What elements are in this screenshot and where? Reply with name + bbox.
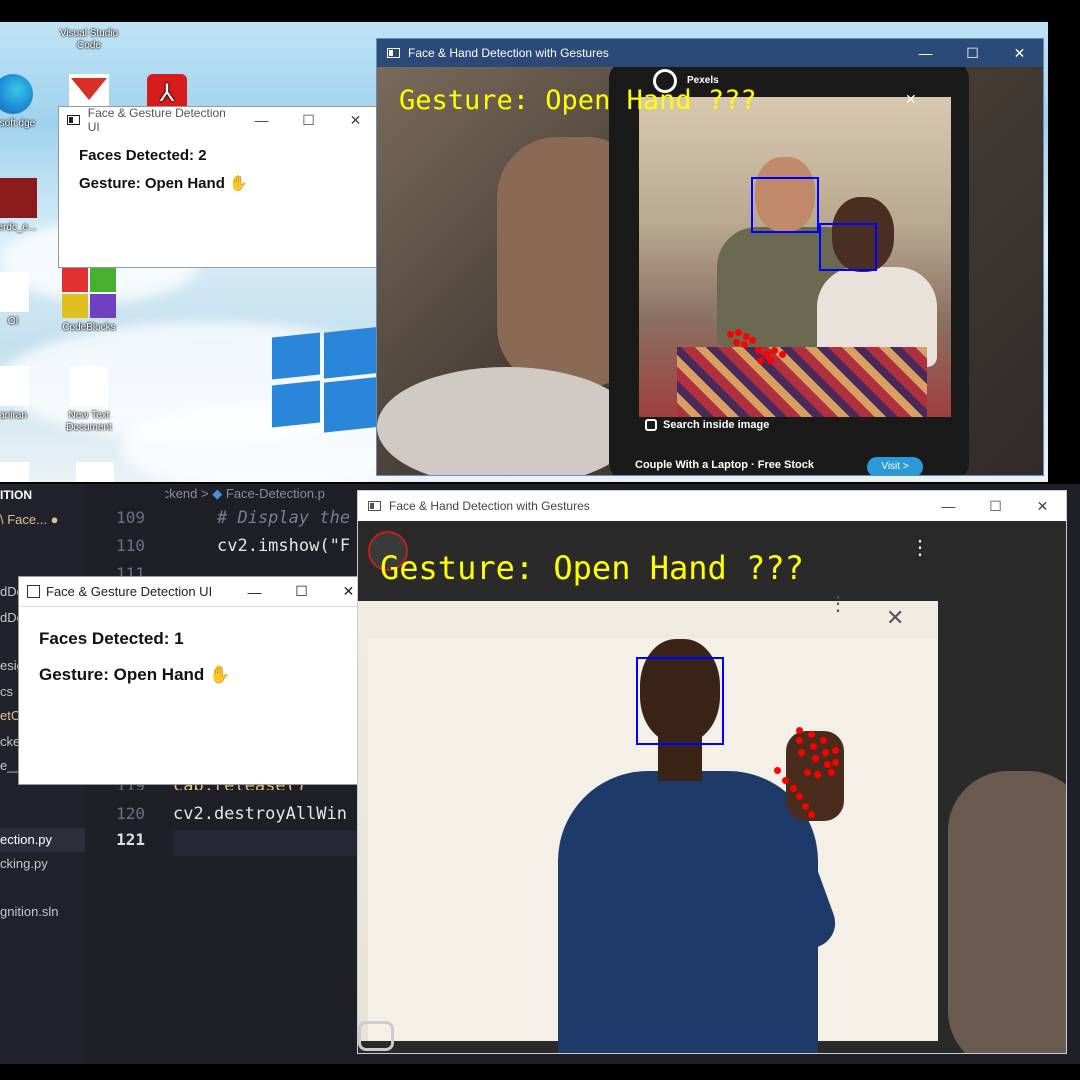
window-titlebar[interactable]: Face & Gesture Detection UI — ☐ ✕ — [19, 577, 372, 607]
gesture-ui-window[interactable]: Face & Gesture Detection UI — ☐ ✕ Faces … — [18, 576, 373, 785]
desktop-icon-vscode[interactable]: Visual Studio Code — [54, 24, 124, 52]
windows-logo — [272, 325, 392, 435]
minimize-icon[interactable]: — — [231, 577, 278, 606]
camera-icon — [358, 1021, 394, 1051]
search-inside-image: Search inside image — [645, 419, 769, 432]
lens-icon — [645, 419, 657, 432]
desktop-icon-text[interactable]: aniran — [0, 366, 48, 422]
gesture-label: Gesture: Open Hand ✋ — [39, 665, 231, 684]
minimize-icon[interactable]: — — [902, 39, 949, 67]
phone-close-icon: ✕ — [905, 91, 917, 107]
desktop-icon-label: erdc_e... — [0, 222, 37, 233]
close-icon[interactable]: ✕ — [332, 107, 379, 133]
image-caption: Couple With a Laptop · Free Stock — [635, 459, 814, 471]
desktop-icon-file[interactable]: erdc_e... — [0, 178, 52, 234]
desktop-icon-doc[interactable]: OI — [0, 272, 48, 328]
explorer-item[interactable]: \ Face... ● — [0, 512, 58, 527]
gesture-label: Gesture: Open Hand ✋ — [79, 175, 248, 192]
edge-icon — [0, 74, 33, 114]
desktop-icon-edge[interactable]: rosoft dge — [0, 74, 48, 130]
visit-button: Visit > — [867, 457, 923, 475]
desktop-icon-label: rosoft dge — [0, 118, 36, 129]
app-icon — [387, 48, 400, 58]
code-line: cv2.destroyAllWin — [173, 804, 347, 824]
close-icon[interactable]: ✕ — [996, 39, 1043, 67]
camera-window[interactable]: Face & Hand Detection with Gestures — ☐ … — [357, 490, 1067, 1054]
window-titlebar[interactable]: Face & Hand Detection with Gestures — ☐ … — [358, 491, 1066, 521]
face-box — [819, 223, 877, 271]
minimize-icon[interactable]: — — [925, 491, 972, 521]
desktop-screenshot: Visual Studio Code rosoft dge S ⅄ erdc_e… — [0, 22, 1048, 482]
codeblocks-icon — [62, 268, 116, 318]
window-title: Face & Hand Detection with Gestures — [389, 499, 590, 513]
explorer-header: ITION — [0, 488, 32, 502]
minimize-icon[interactable]: — — [238, 107, 285, 133]
phone-more-icon: ⋮ — [910, 537, 930, 559]
line-number-current: 121 — [116, 830, 145, 849]
window-title: Face & Gesture Detection UI — [87, 106, 226, 134]
desktop-icon-label: Visual Studio Code — [59, 28, 119, 51]
maximize-icon[interactable]: ☐ — [285, 107, 332, 133]
explorer-item[interactable]: gnition.sln — [0, 904, 59, 919]
gesture-ui-window[interactable]: Face & Gesture Detection UI — ☐ ✕ Faces … — [58, 106, 380, 268]
document-icon — [70, 366, 108, 406]
pillow — [377, 367, 637, 475]
background-person — [948, 771, 1066, 1053]
face-box — [636, 657, 724, 745]
window-titlebar[interactable]: Face & Hand Detection with Gestures — ☐ … — [377, 39, 1043, 67]
archive-icon — [0, 178, 37, 218]
maximize-icon[interactable]: ☐ — [949, 39, 996, 67]
editor-screenshot: ITION \ Face... ● dDe dDe esig cs etC ck… — [0, 484, 1080, 1064]
code-line: cv2.imshow("F — [217, 536, 351, 556]
line-number: 120 — [116, 804, 145, 823]
line-number: 109 — [116, 508, 145, 527]
explorer-item-selected[interactable]: ection.py — [0, 828, 85, 852]
blanket — [677, 347, 927, 417]
close-icon[interactable]: ✕ — [1019, 491, 1066, 521]
desktop-icon-label: New Text Document — [66, 410, 112, 433]
explorer-item[interactable]: cs — [0, 684, 13, 699]
camera-feed: Pexels ✕ Search inside image Couple With… — [377, 67, 1043, 475]
gesture-overlay-text: Gesture: Open Hand ??? — [380, 549, 804, 587]
gesture-overlay-text: Gesture: Open Hand ??? — [399, 85, 757, 116]
desktop-icon-label: aniran — [0, 410, 27, 421]
phone-close-icon: ✕ — [886, 605, 905, 630]
window-title: Face & Hand Detection with Gestures — [408, 46, 609, 60]
desktop-icon-doc[interactable] — [0, 462, 48, 482]
face-box — [751, 177, 819, 233]
window-titlebar[interactable]: Face & Gesture Detection UI — ☐ ✕ — [59, 106, 379, 134]
current-line-highlight — [173, 830, 373, 856]
desktop-icon-codeblocks[interactable]: CodeBlocks — [54, 268, 124, 334]
app-icon — [67, 115, 80, 125]
document-icon — [0, 462, 29, 482]
app-icon — [27, 585, 40, 598]
faces-detected-label: Faces Detected: 2 — [79, 147, 207, 164]
code-line: # Display the — [217, 508, 351, 528]
maximize-icon[interactable]: ☐ — [972, 491, 1019, 521]
app-icon — [368, 501, 381, 511]
explorer-item[interactable]: cking.py — [0, 856, 48, 871]
desktop-icon-label: CodeBlocks — [62, 322, 116, 333]
camera-window[interactable]: Face & Hand Detection with Gestures — ☐ … — [376, 38, 1044, 476]
phone-more-icon: ⋮ — [828, 593, 848, 615]
document-icon — [76, 462, 114, 482]
desktop-icon-doc[interactable] — [60, 462, 130, 482]
camera-feed: ⋮ ⋮ ✕ Gesture: Open Hand ??? — [358, 521, 1066, 1053]
document-icon — [0, 366, 29, 406]
window-title: Face & Gesture Detection UI — [46, 584, 213, 599]
desktop-icon-new-text[interactable]: New Text Document — [54, 366, 124, 434]
document-icon — [0, 272, 29, 312]
line-number: 111 — [116, 564, 145, 576]
desktop-icon-label: OI — [7, 316, 19, 327]
maximize-icon[interactable]: ☐ — [278, 577, 325, 606]
line-number: 110 — [116, 536, 145, 555]
faces-detected-label: Faces Detected: 1 — [39, 629, 184, 648]
